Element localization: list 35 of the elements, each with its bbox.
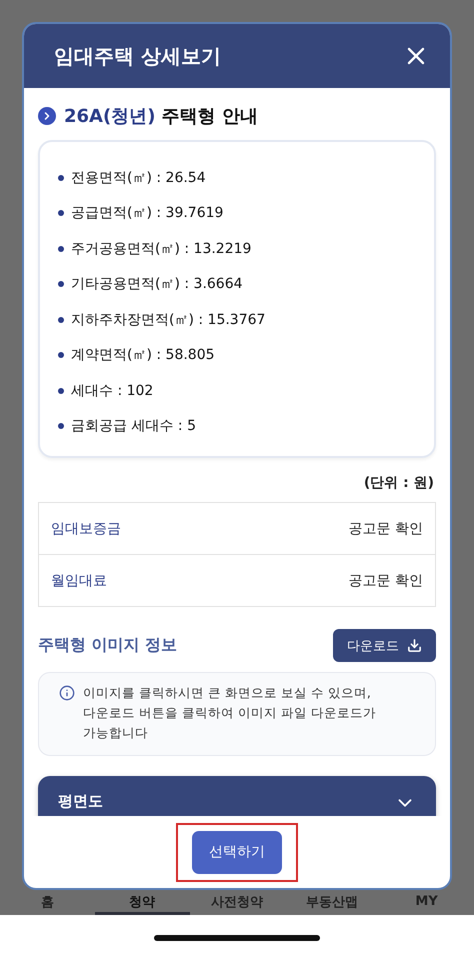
nav-tab[interactable]: MY [379,891,474,915]
download-icon [407,638,422,653]
select-button[interactable]: 선택하기 [192,830,282,874]
row-value: 공고문 확인 [348,572,423,590]
info-icon [59,685,75,701]
accordion-header[interactable]: 평면도 [38,776,436,816]
bullet-icon [58,423,64,430]
bullet-icon [58,246,64,252]
spec-item: 주거공용면적(㎡) : 13.2219 [71,240,252,258]
spec-item: 전용면적(㎡) : 26.54 [71,168,206,187]
nav-tab[interactable]: 홈 [0,891,95,915]
bullet-icon [58,210,64,216]
unit-note: (단위 : 원) [362,474,434,492]
row-value: 공고문 확인 [348,520,423,538]
bullet-icon [58,316,64,323]
bullet-icon [58,352,64,358]
bullet-icon [58,174,64,181]
spec-item: 기타공용면적(㎡) : 3.6664 [71,275,243,294]
spec-item: 지하주차장면적(㎡) : 15.3767 [71,310,266,329]
section-title: 26A(청년) 주택형 안내 [64,105,258,128]
spec-item: 계약면적(㎡) : 58.805 [71,346,215,364]
bullet-icon [58,388,64,394]
nav-tab[interactable]: 부동산맵 [284,891,380,915]
row-label: 임대보증금 [51,520,121,538]
download-button[interactable]: 다운로드 [333,629,436,662]
spec-item: 세대수 : 102 [71,382,154,400]
notice-text: 이미지를 클릭하시면 큰 화면으로 보실 수 있으며, 다운로드 버튼을 클릭하여 이미지 파일 다운로드가 가능합니다 [83,684,376,742]
row-label: 월임대료 [51,572,107,590]
spec-item: 금회공급 세대수 : 5 [71,417,196,436]
bullet-icon [58,281,64,288]
modal-title: 임대주택 상세보기 [54,42,221,70]
nav-tab[interactable]: 사전청약 [190,891,284,915]
spec-item: 공급면적(㎡) : 39.7619 [71,204,224,222]
chevron-right-icon [38,107,56,125]
image-info-title: 주택형 이미지 정보 [38,635,178,656]
